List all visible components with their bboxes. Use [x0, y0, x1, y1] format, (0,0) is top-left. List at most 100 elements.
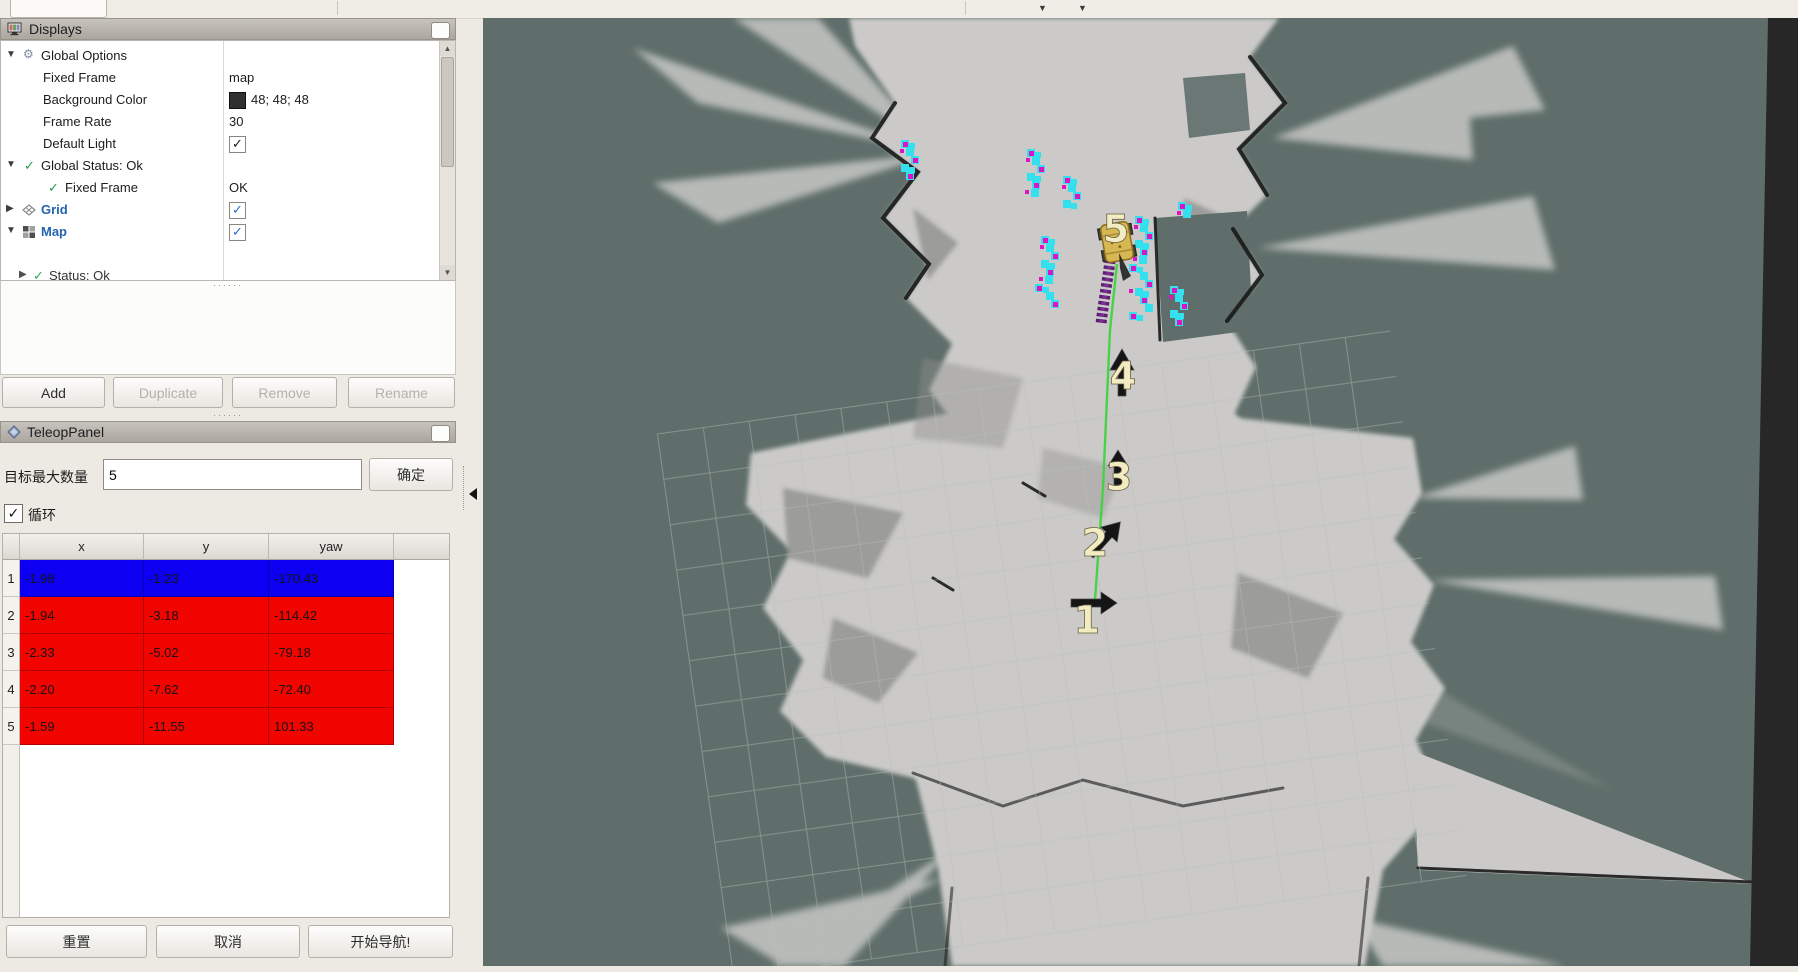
column-header-yaw[interactable]: yaw: [269, 534, 394, 560]
toolbar-separator: [337, 1, 338, 15]
cell-yaw[interactable]: -79.18: [269, 634, 394, 671]
toolbar-separator: [965, 1, 966, 15]
display-monitor-icon: [7, 22, 23, 36]
tree-value[interactable]: map: [229, 70, 254, 85]
tree-label: Global Status: Ok: [41, 158, 143, 173]
grid-icon: [22, 203, 36, 217]
cell-yaw[interactable]: 101.33: [269, 708, 394, 745]
expand-open-icon[interactable]: ▼: [6, 159, 16, 170]
cell-y[interactable]: -3.18: [144, 597, 269, 634]
tree-value[interactable]: 30: [229, 114, 243, 129]
waypoint-table[interactable]: x y yaw 1 -1.98 -1.23 -170.43 2 -1.94 -3…: [2, 533, 450, 918]
confirm-button[interactable]: 确定: [369, 458, 453, 491]
tree-label: Status: Ok: [49, 268, 110, 281]
remove-button[interactable]: Remove: [232, 377, 337, 408]
expand-closed-icon[interactable]: ▶: [6, 203, 14, 214]
splitter-handle[interactable]: ······: [188, 410, 268, 420]
tree-label: Global Options: [41, 48, 127, 63]
displays-panel-title: Displays: [29, 21, 82, 37]
tree-row-frame-rate[interactable]: Frame Rate 30: [1, 111, 438, 133]
cancel-button[interactable]: 取消: [156, 925, 300, 958]
rename-button[interactable]: Rename: [348, 377, 455, 408]
tree-row-background-color[interactable]: Background Color 48; 48; 48: [1, 89, 438, 111]
tree-row-global-options[interactable]: ▼ ⚙ Global Options: [1, 45, 438, 67]
row-number[interactable]: 5: [3, 708, 20, 745]
panel-float-button[interactable]: [431, 22, 450, 39]
loop-checkbox[interactable]: ✓: [4, 504, 23, 523]
dropdown-arrow-icon[interactable]: ▼: [1038, 3, 1047, 13]
cell-yaw[interactable]: -170.43: [269, 560, 394, 597]
row-number[interactable]: 1: [3, 560, 20, 597]
tree-value[interactable]: 48; 48; 48: [251, 92, 309, 107]
tree-value: OK: [229, 180, 248, 195]
row-number[interactable]: 4: [3, 671, 20, 708]
cell-x[interactable]: -1.94: [20, 597, 144, 634]
displays-empty-area: [0, 281, 456, 375]
checkbox-checked[interactable]: ✓: [229, 202, 246, 219]
tree-label: Background Color: [43, 92, 147, 107]
toolbar-button-partial[interactable]: [10, 0, 107, 18]
panel-float-button[interactable]: [431, 425, 450, 442]
top-toolbar: ▼ ▼: [0, 0, 1798, 19]
column-header-y[interactable]: y: [144, 534, 269, 560]
column-header-empty: [394, 534, 449, 560]
panel-splitter[interactable]: [463, 466, 465, 510]
waypoint-label-1: 1: [1074, 598, 1100, 642]
start-navigation-button[interactable]: 开始导航!: [308, 925, 453, 958]
tree-column-divider: [223, 41, 224, 280]
cell-x[interactable]: -1.59: [20, 708, 144, 745]
expand-open-icon[interactable]: ▼: [6, 49, 16, 60]
right-wall-band: [1750, 18, 1798, 966]
checkbox-checked[interactable]: ✓: [229, 224, 246, 241]
rviz-3d-viewport[interactable]: 1 2 3 4 5: [483, 18, 1798, 966]
row-number[interactable]: 2: [3, 597, 20, 634]
checkbox-checked[interactable]: ✓: [229, 136, 246, 153]
cell-x[interactable]: -1.98: [20, 560, 144, 597]
expand-closed-icon[interactable]: ▶: [19, 269, 27, 280]
cell-yaw[interactable]: -114.42: [269, 597, 394, 634]
tree-label: Fixed Frame: [65, 180, 138, 195]
panel-diamond-icon: [7, 425, 21, 439]
splitter-handle[interactable]: ······: [188, 280, 268, 290]
teleop-panel-header[interactable]: TeleopPanel: [0, 421, 456, 443]
teleop-panel-title: TeleopPanel: [27, 424, 104, 440]
status-ok-check-icon: ✓: [48, 180, 59, 196]
cell-yaw[interactable]: -72.40: [269, 671, 394, 708]
loop-label: 循环: [28, 505, 56, 525]
reset-button[interactable]: 重置: [6, 925, 147, 958]
scroll-down-icon[interactable]: ▼: [440, 265, 455, 280]
dropdown-arrow-icon[interactable]: ▼: [1078, 3, 1087, 13]
row-number[interactable]: 3: [3, 634, 20, 671]
scrollbar-thumb[interactable]: [441, 57, 454, 167]
color-swatch[interactable]: [229, 92, 246, 109]
expand-open-icon[interactable]: ▼: [6, 225, 16, 236]
goal-count-input[interactable]: [103, 459, 362, 490]
waypoint-label-5: 5: [1103, 207, 1129, 251]
duplicate-button[interactable]: Duplicate: [113, 377, 223, 408]
panel-collapse-icon[interactable]: [469, 488, 477, 500]
tree-row-fixed-frame[interactable]: Fixed Frame map: [1, 67, 438, 89]
column-header-x[interactable]: x: [20, 534, 144, 560]
cell-x[interactable]: -2.20: [20, 671, 144, 708]
tree-row-global-status[interactable]: ▼ ✓ Global Status: Ok: [1, 155, 438, 177]
occupancy-map: 1 2 3 4 5: [483, 18, 1798, 966]
cell-y[interactable]: -5.02: [144, 634, 269, 671]
cell-x[interactable]: -2.33: [20, 634, 144, 671]
add-button[interactable]: Add: [2, 377, 105, 408]
displays-tree[interactable]: ▼ ⚙ Global Options Fixed Frame map Backg…: [0, 40, 456, 281]
tree-row-fixed-frame-status[interactable]: ✓ Fixed Frame OK: [1, 177, 438, 199]
tree-row-map[interactable]: ▼ Map ✓: [1, 221, 438, 243]
tree-row-map-status-partial[interactable]: ▶ ✓ Status: Ok: [1, 265, 438, 281]
tree-scrollbar[interactable]: ▲ ▼: [439, 41, 455, 280]
cell-y[interactable]: -11.55: [144, 708, 269, 745]
tree-row-grid[interactable]: ▶ Grid ✓: [1, 199, 438, 221]
scroll-up-icon[interactable]: ▲: [440, 41, 455, 56]
map-icon: [22, 225, 36, 239]
cell-y[interactable]: -7.62: [144, 671, 269, 708]
displays-panel-header[interactable]: Displays: [0, 18, 456, 40]
waypoint-label-4: 4: [1110, 354, 1136, 398]
tree-row-default-light[interactable]: Default Light ✓: [1, 133, 438, 155]
goal-count-label: 目标最大数量: [4, 467, 88, 487]
cell-y[interactable]: -1.23: [144, 560, 269, 597]
status-ok-check-icon: ✓: [24, 158, 35, 174]
